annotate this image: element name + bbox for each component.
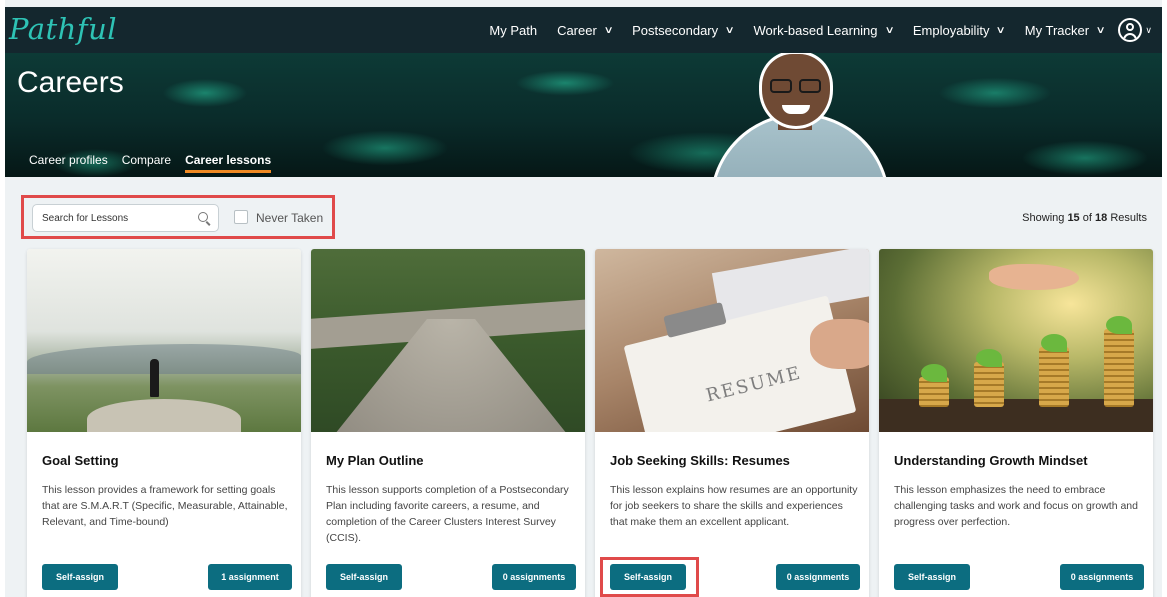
lesson-card-job-seeking-resumes[interactable]: RESUME Job Seeking Skills: Resumes This … (595, 249, 869, 597)
self-assign-button[interactable]: Self-assign (326, 564, 402, 590)
self-assign-highlight-box (600, 557, 699, 597)
results-shown: 15 (1067, 212, 1080, 224)
nav-my-tracker-label: My Tracker (1024, 22, 1090, 38)
never-taken-label: Never Taken (256, 211, 324, 225)
results-prefix: Showing (1022, 212, 1065, 224)
search-input[interactable]: Search for Lessons (32, 204, 219, 232)
careers-subtabs: Career profiles Compare Career lessons (29, 153, 285, 173)
lesson-title[interactable]: Job Seeking Skills: Resumes (610, 453, 790, 468)
lesson-description: This lesson provides a framework for set… (42, 484, 288, 528)
lesson-title[interactable]: Goal Setting (42, 453, 119, 468)
lesson-title[interactable]: My Plan Outline (326, 453, 424, 468)
nav-work-based-learning-label: Work-based Learning (753, 22, 878, 38)
self-assign-button[interactable]: Self-assign (42, 564, 118, 590)
lesson-image-my-plan-outline (311, 249, 585, 432)
results-total: 18 (1095, 212, 1108, 224)
lesson-image-resume: RESUME (595, 249, 869, 432)
lesson-description: This lesson emphasizes the need to embra… (894, 484, 1138, 528)
assignments-button[interactable]: 0 assignments (776, 564, 860, 590)
search-placeholder: Search for Lessons (42, 213, 129, 224)
nav-work-based-learning[interactable]: Work-based Learning ∨ (753, 22, 895, 38)
pathful-logo[interactable]: Pathful (9, 12, 117, 46)
chevron-down-icon: ∨ (1095, 24, 1106, 36)
top-nav: Pathful My Path Career ∨ Postsecondary ∨ W… (5, 7, 1162, 53)
nav-employability[interactable]: Employability ∨ (912, 22, 1007, 38)
lesson-description: This lesson supports completion of a Pos… (326, 484, 569, 544)
user-circle-icon (1118, 18, 1143, 42)
lesson-card-growth-mindset[interactable]: Understanding Growth Mindset This lesson… (879, 249, 1153, 597)
nav-my-path[interactable]: My Path (489, 23, 537, 38)
assignments-button[interactable]: 0 assignments (1060, 564, 1144, 590)
chevron-down-icon: ∨ (603, 24, 614, 36)
chevron-down-icon: ∨ (1145, 24, 1152, 35)
nav-employability-label: Employability (912, 22, 990, 38)
nav-my-tracker[interactable]: My Tracker ∨ (1024, 22, 1106, 38)
results-middle: of (1082, 212, 1092, 224)
self-assign-button[interactable]: Self-assign (894, 564, 970, 590)
chevron-down-icon: ∨ (884, 24, 895, 36)
nav-career[interactable]: Career ∨ (557, 22, 614, 38)
nav-postsecondary[interactable]: Postsecondary ∨ (632, 22, 735, 38)
nav-menu: My Path Career ∨ Postsecondary ∨ Work-base… (469, 7, 1152, 53)
lesson-card-goal-setting[interactable]: Goal Setting This lesson provides a fram… (27, 249, 301, 597)
nav-my-path-label: My Path (489, 22, 538, 38)
results-suffix: Results (1110, 212, 1147, 224)
results-count: Showing 15 of 18 Results (1022, 212, 1147, 224)
tab-career-lessons[interactable]: Career lessons (185, 153, 272, 173)
nav-career-label: Career (557, 22, 597, 38)
lesson-description: This lesson explains how resumes are an … (610, 484, 858, 528)
hero-person-photo (695, 53, 905, 177)
right-gutter (1162, 0, 1167, 597)
page-title: Careers (17, 66, 124, 99)
tab-career-profiles[interactable]: Career profiles (29, 153, 108, 173)
careers-hero-banner: Careers Career profiles Compare Career l… (5, 53, 1162, 177)
lesson-image-growth-mindset (879, 249, 1153, 432)
chevron-down-icon: ∨ (995, 24, 1007, 36)
lesson-title[interactable]: Understanding Growth Mindset (894, 453, 1088, 468)
nav-postsecondary-label: Postsecondary (632, 22, 719, 38)
chevron-down-icon: ∨ (724, 24, 735, 36)
lesson-card-my-plan-outline[interactable]: My Plan Outline This lesson supports com… (311, 249, 585, 597)
lesson-image-goal-setting (27, 249, 301, 432)
search-icon[interactable] (198, 212, 208, 222)
assignments-button[interactable]: 0 assignments (492, 564, 576, 590)
never-taken-checkbox[interactable] (234, 210, 248, 224)
assignments-button[interactable]: 1 assignment (208, 564, 292, 590)
tab-compare[interactable]: Compare (122, 153, 171, 173)
account-menu[interactable]: ∨ (1118, 18, 1152, 42)
